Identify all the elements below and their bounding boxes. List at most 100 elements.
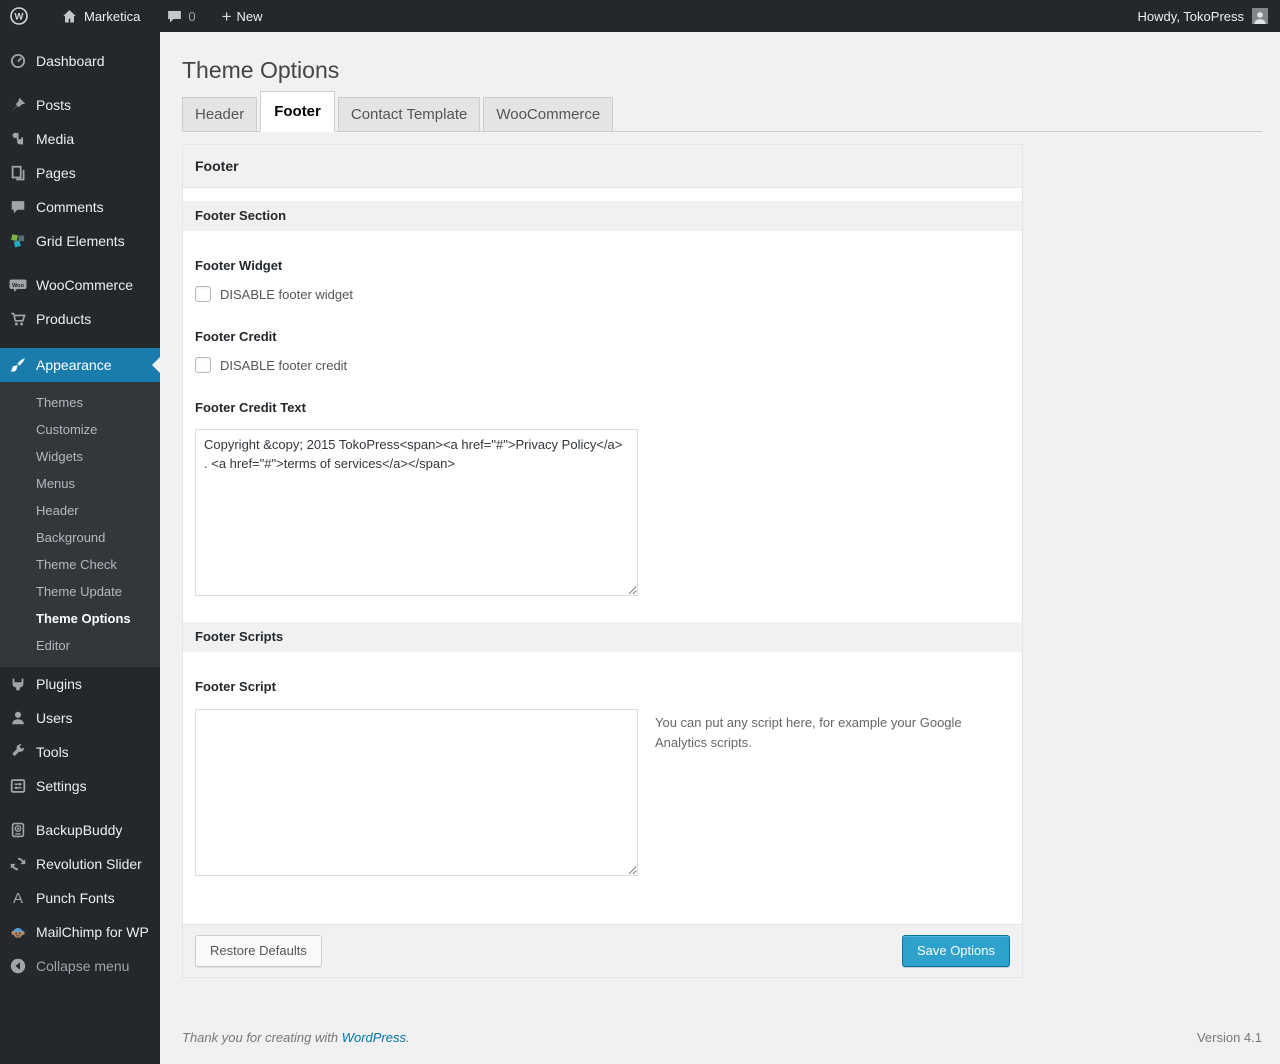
sidebar-item-label: Products	[36, 311, 92, 327]
sidebar-item-label: Tools	[36, 744, 69, 760]
sidebar-item-posts[interactable]: Posts	[0, 88, 160, 122]
admin-sidebar: Dashboard Posts Media Pages Comments Gri…	[0, 32, 160, 1064]
footer-thanks: Thank you for creating with WordPress.	[182, 1030, 410, 1045]
woocommerce-badge-icon: Woo	[8, 275, 28, 295]
footer-section-header: Footer Section	[183, 201, 1022, 231]
sidebar-item-products[interactable]: Products	[0, 302, 160, 336]
footer-credit-text-label: Footer Credit Text	[195, 400, 306, 415]
sidebar-item-appearance[interactable]: Appearance	[0, 348, 160, 382]
sidebar-item-label: Punch Fonts	[36, 890, 115, 906]
page-title: Theme Options	[182, 57, 340, 83]
sidebar-item-label: WooCommerce	[36, 277, 133, 293]
sidebar-item-label: Revolution Slider	[36, 856, 142, 872]
disable-footer-widget-row[interactable]: DISABLE footer widget	[195, 286, 1022, 302]
submenu-item-theme-options[interactable]: Theme Options	[0, 605, 160, 632]
submenu-item-theme-update[interactable]: Theme Update	[0, 578, 160, 605]
sidebar-item-dashboard[interactable]: Dashboard	[0, 44, 160, 78]
disable-footer-credit-row[interactable]: DISABLE footer credit	[195, 357, 1022, 373]
sidebar-item-mailchimp[interactable]: MailChimp for WP	[0, 915, 160, 949]
site-name-menu[interactable]: Marketica	[52, 0, 149, 32]
user-icon	[8, 708, 28, 728]
sidebar-item-punch-fonts[interactable]: A Punch Fonts	[0, 881, 160, 915]
cart-icon	[8, 309, 28, 329]
disable-footer-widget-text: DISABLE footer widget	[220, 286, 353, 302]
footer-widget-label: Footer Widget	[195, 258, 283, 273]
sidebar-item-label: Users	[36, 710, 73, 726]
sidebar-item-comments[interactable]: Comments	[0, 190, 160, 224]
sidebar-item-users[interactable]: Users	[0, 701, 160, 735]
sidebar-item-label: MailChimp for WP	[36, 924, 149, 940]
submenu-item-themes[interactable]: Themes	[0, 389, 160, 416]
new-label: New	[236, 8, 263, 24]
admin-bar-right: Howdy, TokoPress	[1129, 0, 1280, 32]
submenu-item-theme-check[interactable]: Theme Check	[0, 551, 160, 578]
footer-script-textarea[interactable]	[195, 709, 638, 876]
comments-menu[interactable]: 0	[157, 0, 204, 32]
tab-woocommerce[interactable]: WooCommerce	[483, 97, 614, 132]
submenu-item-header[interactable]: Header	[0, 497, 160, 524]
howdy-label: Howdy, TokoPress	[1137, 8, 1244, 24]
submenu-item-customize[interactable]: Customize	[0, 416, 160, 443]
disable-footer-widget-checkbox[interactable]	[195, 286, 211, 302]
tab-contact-template[interactable]: Contact Template	[337, 97, 481, 132]
letter-a-icon: A	[12, 889, 23, 907]
submenu-item-editor[interactable]: Editor	[0, 632, 160, 659]
sidebar-item-woocommerce[interactable]: Woo WooCommerce	[0, 268, 160, 302]
submenu-item-widgets[interactable]: Widgets	[0, 443, 160, 470]
new-menu[interactable]: + New	[213, 0, 272, 32]
admin-bar: W Marketica 0 + New Howdy, TokoPress	[0, 0, 1280, 32]
refresh-arrows-icon	[8, 854, 28, 874]
media-icon	[8, 129, 28, 149]
tab-header[interactable]: Header	[182, 97, 258, 132]
svg-text:W: W	[15, 12, 24, 23]
panel-spacer	[183, 188, 1022, 201]
my-account-menu[interactable]: Howdy, TokoPress	[1129, 0, 1268, 32]
pages-icon	[8, 163, 28, 183]
submenu-item-background[interactable]: Background	[0, 524, 160, 551]
sidebar-item-label: Plugins	[36, 676, 82, 692]
footer-scripts-header: Footer Scripts	[183, 622, 1022, 652]
sidebar-item-pages[interactable]: Pages	[0, 156, 160, 190]
home-icon	[61, 8, 78, 25]
footer-credit-label: Footer Credit	[195, 329, 277, 344]
dashboard-gauge-icon	[8, 51, 28, 71]
thanks-suffix: .	[406, 1030, 410, 1046]
sidebar-item-media[interactable]: Media	[0, 122, 160, 156]
collapse-menu-button[interactable]: Collapse menu	[0, 949, 160, 983]
sidebar-item-plugins[interactable]: Plugins	[0, 667, 160, 701]
restore-defaults-button[interactable]: Restore Defaults	[195, 935, 322, 968]
sidebar-item-revolution-slider[interactable]: Revolution Slider	[0, 847, 160, 881]
footer-script-row: You can put any script here, for example…	[195, 696, 1022, 876]
sidebar-item-label: Dashboard	[36, 53, 105, 69]
wordpress-link[interactable]: WordPress	[342, 1030, 406, 1045]
wordpress-logo-menu[interactable]: W	[0, 0, 38, 32]
disable-footer-credit-checkbox[interactable]	[195, 357, 211, 373]
sidebar-item-label: Comments	[36, 199, 104, 215]
admin-footer: Thank you for creating with WordPress. V…	[182, 1030, 1262, 1045]
main-content: Theme Options Header Footer Contact Templa…	[160, 0, 1280, 1045]
save-options-button[interactable]: Save Options	[901, 935, 1010, 968]
sidebar-item-label: Appearance	[36, 357, 112, 373]
sidebar-item-label: Pages	[36, 165, 76, 181]
sidebar-item-grid-elements[interactable]: Grid Elements	[0, 224, 160, 258]
plus-icon: +	[221, 6, 232, 26]
tab-footer[interactable]: Footer	[260, 91, 335, 132]
sidebar-item-label: Media	[36, 131, 75, 147]
submenu-item-menus[interactable]: Menus	[0, 470, 160, 497]
comments-count: 0	[188, 8, 196, 24]
admin-bar-left: W Marketica 0 + New	[0, 0, 272, 32]
sidebar-item-label: Grid Elements	[36, 233, 125, 249]
pushpin-icon	[8, 95, 28, 115]
version-label: Version 4.1	[1196, 1030, 1262, 1046]
comment-bubble-icon	[166, 8, 183, 25]
footer-script-help: You can put any script here, for example…	[655, 715, 962, 751]
sidebar-item-label: Collapse menu	[36, 958, 130, 974]
footer-credit-textarea[interactable]: Copyright &copy; 2015 TokoPress<span><a …	[195, 429, 638, 596]
comment-bubble-icon	[8, 197, 28, 217]
sidebar-item-tools[interactable]: Tools	[0, 735, 160, 769]
sidebar-item-settings[interactable]: Settings	[0, 769, 160, 803]
avatar	[1252, 8, 1268, 24]
thanks-prefix: Thank you for creating with	[182, 1030, 342, 1046]
sidebar-item-backupbuddy[interactable]: BackupBuddy	[0, 813, 160, 847]
wrench-icon	[8, 742, 28, 762]
